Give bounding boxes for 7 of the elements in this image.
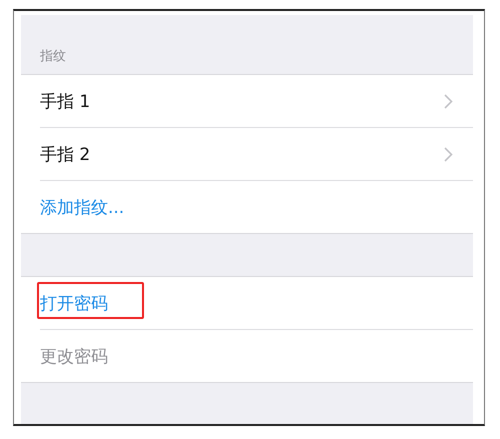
section-header: 指纹 bbox=[39, 48, 66, 66]
list-item[interactable]: 手指 1 bbox=[40, 90, 90, 112]
action-link[interactable]: 添加指纹... bbox=[40, 196, 124, 218]
chevron-icon bbox=[444, 146, 453, 162]
chevron-icon bbox=[444, 94, 453, 108]
action-link[interactable]: 打开密码 bbox=[40, 292, 108, 314]
list-item[interactable]: 手指 2 bbox=[40, 142, 90, 166]
